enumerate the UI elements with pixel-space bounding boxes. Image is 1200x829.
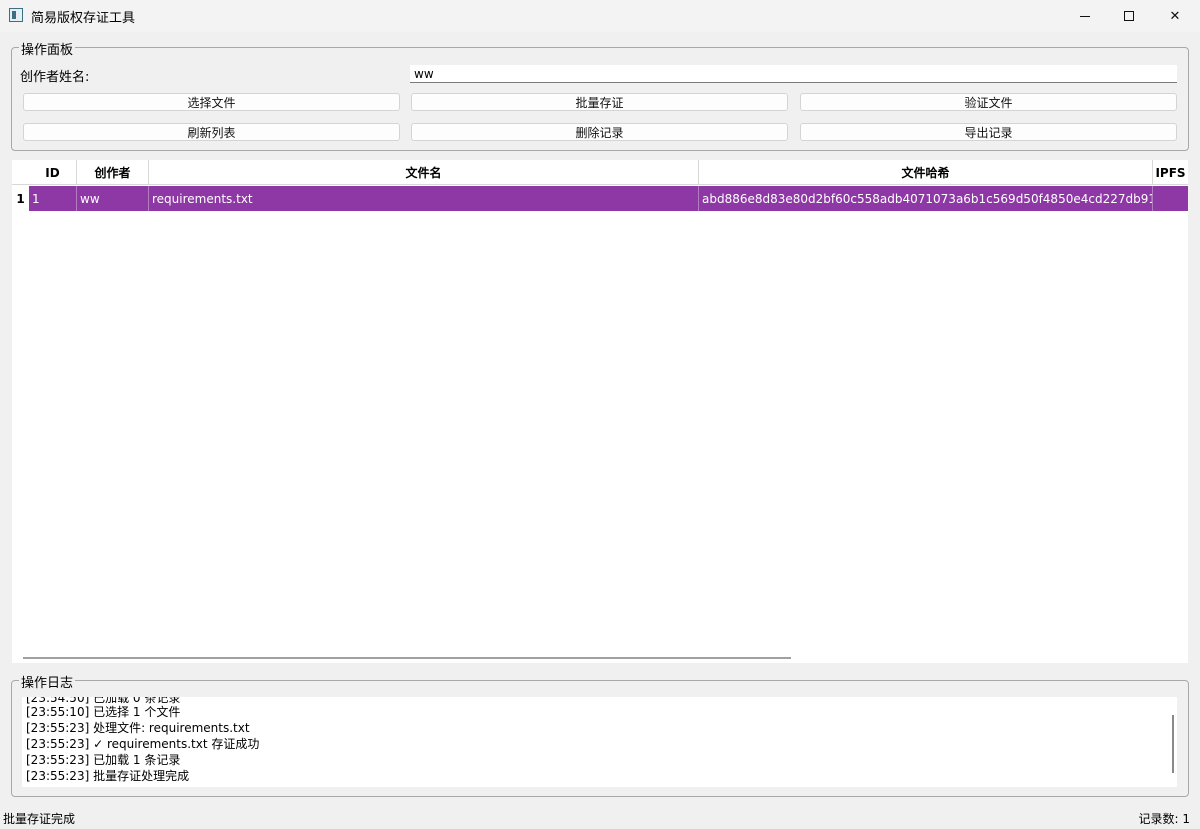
column-header-creator[interactable]: 创作者 bbox=[77, 160, 149, 185]
row-number[interactable]: 1 bbox=[12, 186, 29, 211]
table-row[interactable]: 1 1 ww requirements.txt abd886e8d83e80d2… bbox=[12, 186, 1188, 211]
cell-hash[interactable]: abd886e8d83e80d2bf60c558adb4071073a6b1c5… bbox=[699, 186, 1153, 211]
window-title: 简易版权存证工具 bbox=[31, 11, 136, 26]
column-header-hash[interactable]: 文件哈希 bbox=[699, 160, 1153, 185]
cell-filename[interactable]: requirements.txt bbox=[149, 186, 699, 211]
delete-record-button[interactable]: 删除记录 bbox=[411, 123, 788, 141]
column-header-id[interactable]: ID bbox=[29, 160, 77, 185]
vertical-scrollbar[interactable] bbox=[1172, 715, 1174, 773]
creator-name-input[interactable] bbox=[410, 65, 1177, 83]
refresh-list-button[interactable]: 刷新列表 bbox=[23, 123, 400, 141]
records-table: ID 创作者 文件名 文件哈希 IPFS 1 1 ww requirements… bbox=[12, 160, 1188, 663]
log-panel-title: 操作日志 bbox=[19, 672, 76, 691]
corner-header bbox=[12, 160, 29, 185]
table-header: ID 创作者 文件名 文件哈希 IPFS bbox=[12, 160, 1188, 185]
creator-name-label: 创作者姓名: bbox=[20, 70, 90, 85]
maximize-icon bbox=[1124, 11, 1134, 21]
status-message: 批量存证完成 bbox=[3, 812, 76, 826]
horizontal-scrollbar[interactable] bbox=[23, 657, 791, 659]
log-output[interactable]: [23:54:50] 已加载 0 条记录 [23:55:10] 已选择 1 个文… bbox=[22, 697, 1177, 787]
log-line: [23:55:23] ✓ requirements.txt 存证成功 bbox=[26, 737, 260, 751]
close-icon: ✕ bbox=[1169, 8, 1181, 24]
minimize-button[interactable] bbox=[1062, 0, 1108, 32]
column-header-filename[interactable]: 文件名 bbox=[149, 160, 699, 185]
verify-file-button[interactable]: 验证文件 bbox=[800, 93, 1177, 111]
column-header-ipfs[interactable]: IPFS bbox=[1153, 160, 1188, 185]
close-button[interactable]: ✕ bbox=[1152, 0, 1198, 32]
operation-panel-title: 操作面板 bbox=[19, 39, 76, 58]
export-records-button[interactable]: 导出记录 bbox=[800, 123, 1177, 141]
minimize-icon bbox=[1080, 15, 1090, 17]
cell-creator[interactable]: ww bbox=[77, 186, 149, 211]
title-bar: 简易版权存证工具 ✕ bbox=[0, 0, 1200, 32]
log-line: [23:55:23] 批量存证处理完成 bbox=[26, 769, 190, 783]
cell-id[interactable]: 1 bbox=[29, 186, 77, 211]
cell-ipfs[interactable] bbox=[1153, 186, 1188, 211]
log-line: [23:55:23] 已加载 1 条记录 bbox=[26, 753, 181, 767]
maximize-button[interactable] bbox=[1106, 0, 1152, 32]
record-count: 记录数: 1 bbox=[1138, 812, 1191, 826]
log-line: [23:55:10] 已选择 1 个文件 bbox=[26, 705, 181, 719]
app-icon bbox=[9, 8, 23, 22]
select-file-button[interactable]: 选择文件 bbox=[23, 93, 400, 111]
log-line: [23:55:23] 处理文件: requirements.txt bbox=[26, 721, 250, 735]
batch-certify-button[interactable]: 批量存证 bbox=[411, 93, 788, 111]
